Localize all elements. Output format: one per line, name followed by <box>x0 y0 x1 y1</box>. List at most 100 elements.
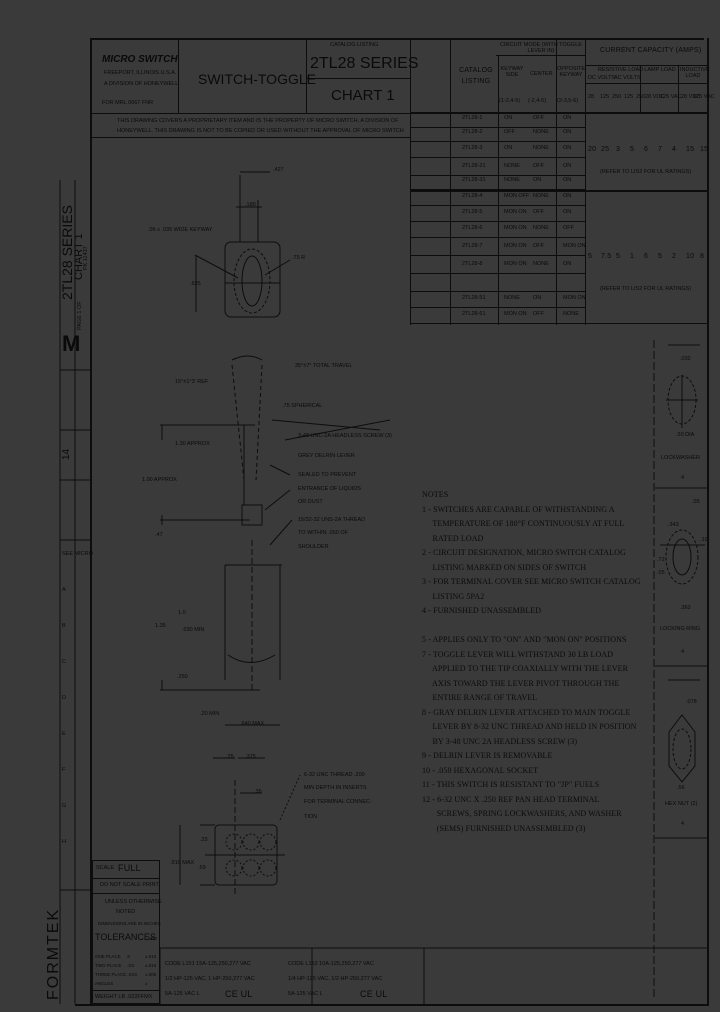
spherical-label: .75 SPHERICAL <box>282 403 323 409</box>
ratings-left-line3: 5A-125 VAC L <box>165 991 200 997</box>
nut-dim-1: .078 <box>686 699 697 705</box>
dim-375: .375 <box>245 754 256 760</box>
notes-heading: NOTES <box>422 490 449 499</box>
ratings-right-line2: 1/4 HP-125 VAC, 1/2 HP-250,277 VAC <box>288 976 383 982</box>
tolerance-x: .XX <box>127 963 135 968</box>
dim-20min: .20 MIN <box>200 711 220 717</box>
dim-130: 1.30 APPROX <box>175 441 210 447</box>
do-not-scale: DO NOT SCALE PRINT <box>100 882 159 888</box>
dim-100: 1.00 APPROX <box>142 477 177 483</box>
note-line: 10 - .050 HEXAGONAL SOCKET <box>422 765 539 775</box>
tolerance-label: THREE PLACE <box>95 972 127 977</box>
angle-label: 15°±1°3' REF <box>175 379 209 385</box>
thread-label-1: 15/32-32 UNS-2A THREAD <box>298 517 366 523</box>
note-line: 12 - 6-32 UNC X .250 REF PAN HEAD TERMIN… <box>422 794 600 804</box>
ring-dim-6: .362 <box>680 605 691 611</box>
thread-label-3: SHOULDER <box>298 544 329 550</box>
revision-entry: H <box>62 839 66 845</box>
note-line: LEVER BY 8-32 UNC THREAD AND HELD IN POS… <box>422 722 637 731</box>
dim-910: .910 MAX <box>170 860 195 866</box>
tolerance-value: ± <box>145 981 148 986</box>
note-line: LISTING MARKED ON SIDES OF SWITCH <box>422 562 587 572</box>
bottom-view-drawing <box>179 757 301 895</box>
unless-noted-2: NOTED <box>116 909 136 915</box>
ratings-right-line3: 5A-125 VAC L <box>288 991 323 997</box>
note-line: 1 - SWITCHES ARE CAPABLE OF WITHSTANDING… <box>422 504 615 514</box>
note-line: 4 - FURNISHED UNASSEMBLED <box>422 606 542 615</box>
strip-company: FORMTEK <box>45 907 62 1000</box>
ratings-left-line2: 1/2 HP-125 VAC, 1 HP-250,277 VAC <box>165 976 255 982</box>
hardware-drawings <box>653 340 707 1000</box>
note-line: 8 - GRAY DELRIN LEVER ATTACHED TO MAIN T… <box>422 707 631 717</box>
notes-list: 1 - SWITCHES ARE CAPABLE OF WITHSTANDING… <box>422 503 642 837</box>
note-line: RATED LOAD <box>422 533 484 543</box>
revision-entry: A <box>62 587 66 593</box>
nut-dim-2: .56 <box>677 785 685 791</box>
ratings-left-line1: CODE L151 15A-125,250,277 VAC <box>165 961 251 967</box>
screw-label: 3-48 UNC-2A HEADLESS SCREW (3) <box>298 433 392 439</box>
dim-180: .180 <box>245 202 256 208</box>
revision-entry: E <box>62 731 66 737</box>
note-line: 5 - APPLIES ONLY TO "ON" AND "MON ON" PO… <box>422 635 627 644</box>
locking-ring-label: LOCKING RING <box>660 626 701 632</box>
note-line: BY 3-48 UNC 2A HEADLESS SCREW (3) <box>422 736 578 746</box>
terminal-thread-note-2: MIN DEPTH IN INSERTS <box>304 785 367 791</box>
note-line: (SEMS) FURNISHED UNASSEMBLED (3) <box>422 823 586 833</box>
revision-entry: D <box>62 695 66 701</box>
ring-dim-1: .05 <box>692 499 700 505</box>
ring-dim-5: .05 <box>657 570 665 576</box>
note-line: ENTIRE RANGE OF TRAVEL <box>422 693 538 702</box>
tolerance-value: ±.010 <box>145 954 157 959</box>
strip-page: PAGE 1 OF <box>77 301 83 330</box>
strip-drawing-number: PK 11437 <box>83 246 89 270</box>
dim-250: .250 <box>177 674 188 680</box>
sealed-label-2: ENTRANCE OF LIQUIDS <box>298 486 361 492</box>
dim-25: .25 <box>226 754 234 760</box>
cert-marks-left: CE UL <box>225 989 253 999</box>
ring-dim-2: .343 <box>668 522 679 528</box>
notes-block: NOTES 1 - SWITCHES ARE CAPABLE OF WITHST… <box>422 488 642 836</box>
note-line: APPLIED TO THE TIP COAXIALLY WITH THE LE… <box>422 664 629 673</box>
weight-label: WEIGHT LB .022FFMX <box>95 994 153 1000</box>
tolerance-label: ANGLES <box>95 981 114 986</box>
revision-entry: G <box>62 803 67 809</box>
note-line: 11 - THIS SWITCH IS RESISTANT TO "JP" FU… <box>422 780 600 789</box>
tolerance-value: ±.005 <box>145 972 157 977</box>
washer-dim: .032 <box>680 356 691 362</box>
strip-part-number: 2TL28 SERIES <box>59 205 75 300</box>
dim-25b: .25 <box>200 837 208 843</box>
dim-135: 1.35 <box>155 623 166 629</box>
note-line: AXIS TOWARD THE LEVER PIVOT THROUGH THE <box>422 678 620 688</box>
ratings-right-line1: CODE L152 10A-125,250,277 VAC <box>288 961 374 967</box>
dim-47: .47 <box>155 532 163 538</box>
revision-entry: B <box>62 623 66 629</box>
note-line <box>422 619 642 634</box>
note-line: LISTING 5PA2 <box>422 591 485 601</box>
ring-dim-3: .10 <box>700 537 708 543</box>
note-line: SCREWS, SPRING LOCKWASHERS, AND WASHER <box>422 809 622 818</box>
lever-label: GREY DELRIN LEVER <box>298 453 355 459</box>
triangle-note-lockwasher: 4 <box>681 475 685 481</box>
dim-10: 1.0 <box>178 610 186 616</box>
revision-entry: SEE MICRO <box>62 551 93 557</box>
cert-marks-right: CE UL <box>360 989 388 999</box>
strip-sheet: 14 <box>61 448 72 460</box>
strip-logo: M <box>62 331 81 356</box>
tolerances-are: ARE <box>148 936 158 941</box>
note-line: 2 - CIRCUIT DESIGNATION, MICRO SWITCH CA… <box>422 548 626 557</box>
note-line: 3 - FOR TERMINAL COVER SEE MICRO SWITCH … <box>422 577 641 586</box>
tolerance-label: TWO PLACE <box>95 963 122 968</box>
dim-030: .030 MIN <box>182 627 205 633</box>
terminal-thread-note-1: 6-32 UNC THREAD .200 <box>304 772 365 778</box>
dim-640: .640 MAX <box>240 721 265 727</box>
dim-75r: .75 R <box>292 255 306 261</box>
dim-35: .35 <box>254 789 262 795</box>
dim-59: .59 <box>198 865 206 871</box>
revision-entry: C <box>62 659 66 665</box>
note-line: 7 - TOGGLE LEVER WILL WITHSTAND 30 LB LO… <box>422 649 614 659</box>
dim-625: .625 <box>190 281 201 287</box>
washer-dia: .50 DIA <box>676 432 695 438</box>
keyway-label: .06 x .035 WIDE KEYWAY <box>148 227 213 233</box>
unless-noted-1: UNLESS OTHERWISE <box>105 899 162 905</box>
sealed-label-1: SEALED TO PREVENT <box>298 472 357 478</box>
